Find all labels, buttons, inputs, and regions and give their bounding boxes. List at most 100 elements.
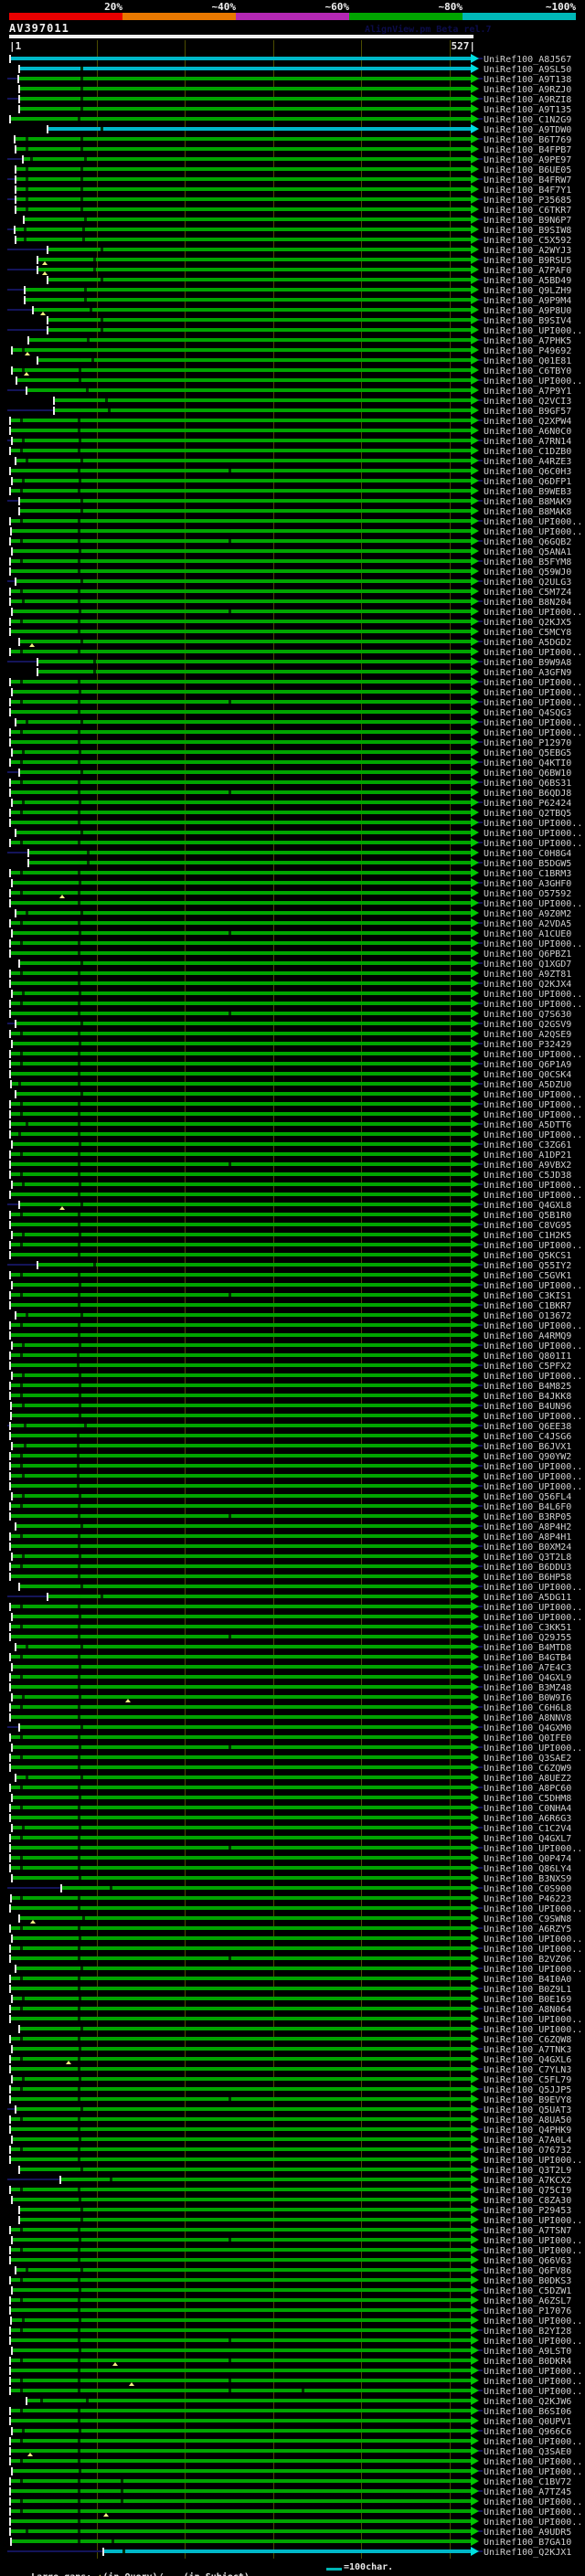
hit-bar[interactable] bbox=[19, 2168, 471, 2171]
hit-bar[interactable] bbox=[19, 2027, 471, 2030]
hit-bar[interactable] bbox=[27, 2399, 471, 2402]
hit-bar[interactable] bbox=[48, 248, 471, 251]
hit-bar[interactable] bbox=[103, 2549, 471, 2553]
hit-bar[interactable] bbox=[19, 1916, 471, 1920]
hit-bar[interactable] bbox=[48, 328, 471, 332]
hit-bar[interactable] bbox=[25, 288, 471, 292]
hit-segment-break bbox=[22, 1182, 25, 1186]
hit-bar[interactable] bbox=[16, 1524, 471, 1528]
hit-start-tick bbox=[11, 346, 13, 355]
alignment-row: UniRef100_A9VBX2 bbox=[0, 1160, 585, 1171]
hit-bar[interactable] bbox=[24, 217, 471, 221]
hit-bar[interactable] bbox=[54, 398, 471, 402]
hit-bar[interactable] bbox=[25, 298, 471, 302]
hit-bar[interactable] bbox=[33, 308, 471, 312]
hit-segment-break bbox=[78, 2489, 80, 2493]
hit-bar[interactable] bbox=[19, 2218, 471, 2221]
hit-bar[interactable] bbox=[27, 388, 471, 392]
hit-bar[interactable] bbox=[16, 2107, 471, 2111]
alignment-row: UniRef100_P46223 bbox=[0, 1893, 585, 1904]
hit-bar[interactable] bbox=[16, 167, 471, 171]
hit-bar[interactable] bbox=[16, 831, 471, 834]
hit-bar[interactable] bbox=[18, 77, 471, 80]
hit-bar[interactable] bbox=[37, 358, 471, 362]
hit-bar[interactable] bbox=[19, 87, 471, 90]
hit-bar[interactable] bbox=[19, 961, 471, 965]
hit-bar[interactable] bbox=[10, 57, 471, 60]
hit-bar[interactable] bbox=[19, 509, 471, 513]
hit-start-tick bbox=[18, 2166, 20, 2174]
hit-bar[interactable] bbox=[16, 1313, 471, 1317]
hit-start-tick bbox=[10, 1402, 12, 1410]
hit-bar[interactable] bbox=[19, 1585, 471, 1588]
hit-arrowhead-icon bbox=[471, 185, 479, 194]
hit-segment-break bbox=[78, 1765, 80, 1769]
hit-bar[interactable] bbox=[16, 207, 471, 211]
hit-bar[interactable] bbox=[28, 861, 471, 864]
hit-bar[interactable] bbox=[19, 770, 471, 774]
hit-segment-break bbox=[26, 197, 28, 201]
hit-arrowhead-icon bbox=[471, 215, 479, 224]
hit-label-link[interactable]: UniRef100_Q2KJX1 bbox=[484, 2548, 571, 2558]
hit-segment-break bbox=[22, 1826, 25, 1829]
hit-bar[interactable] bbox=[16, 1022, 471, 1025]
hit-bar[interactable] bbox=[16, 459, 471, 462]
hit-bar[interactable] bbox=[37, 258, 471, 261]
hit-arrowhead-icon bbox=[471, 2547, 479, 2556]
hit-bar[interactable] bbox=[16, 197, 471, 201]
hit-bar[interactable] bbox=[16, 2268, 471, 2272]
hit-bar[interactable] bbox=[37, 1263, 471, 1267]
hit-bar[interactable] bbox=[19, 640, 471, 643]
hit-bar[interactable] bbox=[23, 157, 471, 161]
hit-bar[interactable] bbox=[37, 268, 471, 271]
hit-bar[interactable] bbox=[61, 1886, 471, 1890]
hit-bar[interactable] bbox=[54, 408, 471, 412]
alignment-row: UniRef100_UPI000.. bbox=[0, 1411, 585, 1422]
hit-bar[interactable] bbox=[19, 67, 471, 70]
hit-bar[interactable] bbox=[12, 1444, 471, 1447]
hit-arrowhead-icon bbox=[471, 818, 479, 827]
hit-bar[interactable] bbox=[37, 670, 471, 673]
alignment-row: UniRef100_C9SWN8 bbox=[0, 1913, 585, 1924]
hit-bar[interactable] bbox=[60, 2178, 471, 2181]
hit-bar[interactable] bbox=[19, 97, 471, 101]
hit-bar[interactable] bbox=[48, 127, 471, 131]
hit-bar[interactable] bbox=[16, 1776, 471, 1779]
hit-bar[interactable] bbox=[19, 2208, 471, 2211]
hit-bar[interactable] bbox=[16, 378, 471, 382]
hit-bar[interactable] bbox=[19, 1725, 471, 1729]
hit-start-tick bbox=[18, 497, 20, 505]
alignment-row: UniRef100_UPI000.. bbox=[0, 1843, 585, 1854]
hit-bar[interactable] bbox=[16, 147, 471, 151]
hit-segment-break bbox=[229, 539, 231, 543]
hit-start-tick bbox=[9, 889, 11, 897]
hit-start-tick bbox=[26, 2397, 27, 2405]
hit-bar[interactable] bbox=[19, 499, 471, 503]
hit-bar[interactable] bbox=[28, 338, 471, 342]
hit-bar[interactable] bbox=[16, 1645, 471, 1648]
alignment-row: UniRef100_B3NXS9 bbox=[0, 1873, 585, 1884]
hit-bar[interactable] bbox=[10, 1424, 471, 1427]
hit-bar[interactable] bbox=[16, 1092, 471, 1096]
hit-bar[interactable] bbox=[28, 851, 471, 854]
hit-start-tick bbox=[11, 1553, 13, 1561]
hit-bar[interactable] bbox=[48, 1595, 471, 1598]
hit-bar[interactable] bbox=[16, 720, 471, 724]
hit-bar[interactable] bbox=[19, 1203, 471, 1206]
hit-bar[interactable] bbox=[16, 1966, 471, 1970]
alignment-row: UniRef100_C8ZA30 bbox=[0, 2195, 585, 2206]
hit-bar[interactable] bbox=[12, 348, 471, 352]
hit-bar[interactable] bbox=[48, 278, 471, 281]
hit-bar[interactable] bbox=[19, 107, 471, 111]
alignment-row: UniRef100_C5X592 bbox=[0, 235, 585, 246]
hit-bar[interactable] bbox=[16, 911, 471, 915]
hit-bar[interactable] bbox=[16, 579, 471, 583]
hit-bar[interactable] bbox=[16, 187, 471, 191]
scale-segment bbox=[463, 13, 576, 20]
hit-bar[interactable] bbox=[37, 660, 471, 663]
hit-bar[interactable] bbox=[48, 318, 471, 322]
hit-start-tick bbox=[11, 1794, 13, 1802]
alignment-row: UniRef100_UPI000.. bbox=[0, 1944, 585, 1955]
hit-bar[interactable] bbox=[16, 177, 471, 181]
alignment-row: UniRef100_Q4PHK9 bbox=[0, 2125, 585, 2136]
